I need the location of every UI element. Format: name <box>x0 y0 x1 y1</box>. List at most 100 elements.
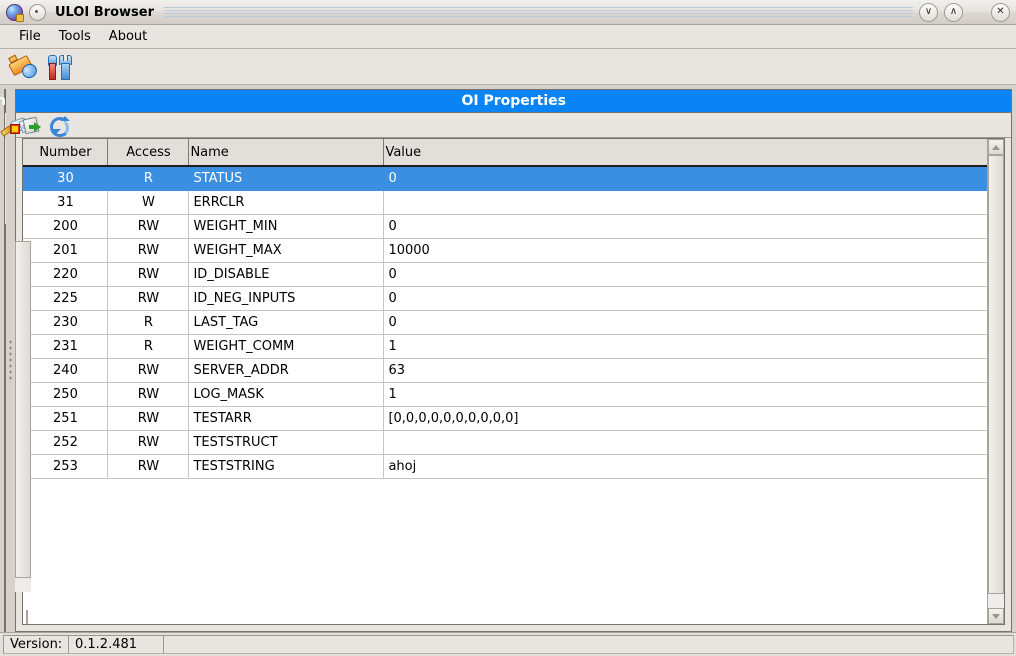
cell-number: 231 <box>23 334 109 359</box>
cell-value[interactable]: 1 <box>383 382 988 407</box>
cell-access: RW <box>107 406 190 431</box>
oi-properties-panel: OI Properties Number Access Name Value 3… <box>15 89 1013 632</box>
cell-number: 240 <box>23 358 109 383</box>
cell-name: TESTSTRUCT <box>188 430 385 455</box>
menu-item-about[interactable]: About <box>100 27 156 46</box>
plug-connect-icon[interactable] <box>8 52 40 82</box>
cell-value[interactable] <box>383 430 988 455</box>
cell-number: 225 <box>23 286 109 311</box>
globe-icon <box>6 3 24 22</box>
cell-value[interactable]: 0 <box>383 286 988 311</box>
table-row[interactable]: 231 R WEIGHT_COMM 1 <box>23 334 988 359</box>
titlebar-decoration <box>164 6 913 18</box>
cell-value[interactable]: 0 <box>383 310 988 335</box>
cell-number: 30 <box>23 166 109 191</box>
table-row[interactable]: 251 RW TESTARR [0,0,0,0,0,0,0,0,0,0] <box>23 406 988 431</box>
units-tree-vertical-scrollbar[interactable] <box>14 225 31 608</box>
cell-value[interactable]: 0 <box>383 214 988 239</box>
cell-value[interactable]: ahoj <box>383 454 988 479</box>
table-row[interactable]: 201 RW WEIGHT_MAX 10000 <box>23 238 988 263</box>
table-row[interactable]: 225 RW ID_NEG_INPUTS 0 <box>23 286 988 311</box>
table-row[interactable]: 253 RW TESTSTRING ahoj <box>23 454 988 479</box>
table-row[interactable]: 230 R LAST_TAG 0 <box>23 310 988 335</box>
table-empty-area <box>23 478 988 624</box>
column-header-name[interactable]: Name <box>188 139 385 167</box>
cell-number: 253 <box>23 454 109 479</box>
cell-number: 251 <box>23 406 109 431</box>
export-icon[interactable] <box>23 116 42 135</box>
cell-number: 201 <box>23 238 109 263</box>
cell-value[interactable] <box>383 190 988 215</box>
cell-number: 252 <box>23 430 109 455</box>
cell-value[interactable]: 0 <box>383 166 988 191</box>
scroll-up-button[interactable] <box>988 139 1005 155</box>
status-message <box>163 635 1014 654</box>
application-window: ULOI Browser ∨ ∧ ✕ File Tools About Unit… <box>0 0 1016 656</box>
status-bar: Version: 0.1.2.481 <box>0 632 1016 656</box>
scroll-track[interactable] <box>15 241 31 592</box>
cell-name: SERVER_ADDR <box>188 358 385 383</box>
cell-value[interactable]: [0,0,0,0,0,0,0,0,0,0] <box>383 406 988 431</box>
column-header-value[interactable]: Value <box>383 139 988 167</box>
refresh-icon[interactable] <box>49 116 71 137</box>
cell-access: RW <box>107 382 190 407</box>
cell-number: 200 <box>23 214 109 239</box>
cell-name: WEIGHT_MAX <box>188 238 385 263</box>
cell-access: W <box>107 190 190 215</box>
cell-number: 250 <box>23 382 109 407</box>
menu-item-file[interactable]: File <box>10 27 50 46</box>
scroll-thumb[interactable] <box>988 155 1005 595</box>
version-value: 0.1.2.481 <box>68 635 164 654</box>
main-split-area: Units Address 1 ID name .mt rja2006m31 .… <box>0 85 1016 632</box>
cell-value[interactable]: 1 <box>383 334 988 359</box>
cell-access: RW <box>107 358 190 383</box>
table-header-row: Number Access Name Value <box>23 139 988 167</box>
cell-access: R <box>107 310 190 335</box>
cell-number: 230 <box>23 310 109 335</box>
oi-properties-toolbar <box>16 113 1012 138</box>
properties-table: Number Access Name Value 30 R STATUS 0 3… <box>23 139 988 479</box>
version-label: Version: <box>3 635 69 654</box>
cell-number: 31 <box>23 190 109 215</box>
oi-properties-table: Number Access Name Value 30 R STATUS 0 3… <box>22 138 1006 625</box>
cell-access: RW <box>107 430 190 455</box>
cell-name: ERRCLR <box>188 190 385 215</box>
cell-value[interactable]: 63 <box>383 358 988 383</box>
cell-name: ID_DISABLE <box>188 262 385 287</box>
cell-name: WEIGHT_COMM <box>188 334 385 359</box>
window-title: ULOI Browser <box>55 4 155 20</box>
cell-name: WEIGHT_MIN <box>188 214 385 239</box>
cell-name: LAST_TAG <box>188 310 385 335</box>
scroll-track[interactable] <box>988 155 1005 608</box>
table-row[interactable]: 31 W ERRCLR <box>23 190 988 215</box>
cell-value[interactable]: 10000 <box>383 238 988 263</box>
table-row[interactable]: 240 RW SERVER_ADDR 63 <box>23 358 988 383</box>
cell-access: R <box>107 166 190 191</box>
title-bar: ULOI Browser ∨ ∧ ✕ <box>0 0 1016 25</box>
table-row[interactable]: 200 RW WEIGHT_MIN 0 <box>23 214 988 239</box>
scroll-thumb-horizontal[interactable] <box>26 610 28 624</box>
table-row[interactable]: 30 R STATUS 0 <box>23 166 988 191</box>
cell-name: LOG_MASK <box>188 382 385 407</box>
menu-item-tools[interactable]: Tools <box>50 27 100 46</box>
table-inner: Number Access Name Value 30 R STATUS 0 3… <box>23 139 988 624</box>
table-row[interactable]: 252 RW TESTSTRUCT <box>23 430 988 455</box>
oi-properties-vertical-scrollbar[interactable] <box>987 139 1005 624</box>
oi-properties-panel-title: OI Properties <box>16 90 1012 113</box>
column-header-access[interactable]: Access <box>107 139 190 167</box>
cell-name: TESTARR <box>188 406 385 431</box>
column-header-number[interactable]: Number <box>23 139 109 167</box>
close-button[interactable]: ✕ <box>991 2 1010 22</box>
table-row[interactable]: 220 RW ID_DISABLE 0 <box>23 262 988 287</box>
minimize-button[interactable]: ∨ <box>919 2 938 22</box>
cell-value[interactable]: 0 <box>383 262 988 287</box>
cell-number: 220 <box>23 262 109 287</box>
cell-access: R <box>107 334 190 359</box>
tools-icon[interactable] <box>45 52 75 82</box>
scroll-thumb[interactable] <box>15 241 31 578</box>
scroll-down-button[interactable] <box>988 608 1005 624</box>
cell-access: RW <box>107 214 190 239</box>
window-menu-icon[interactable] <box>29 3 46 21</box>
maximize-button[interactable]: ∧ <box>944 2 963 22</box>
table-row[interactable]: 250 RW LOG_MASK 1 <box>23 382 988 407</box>
